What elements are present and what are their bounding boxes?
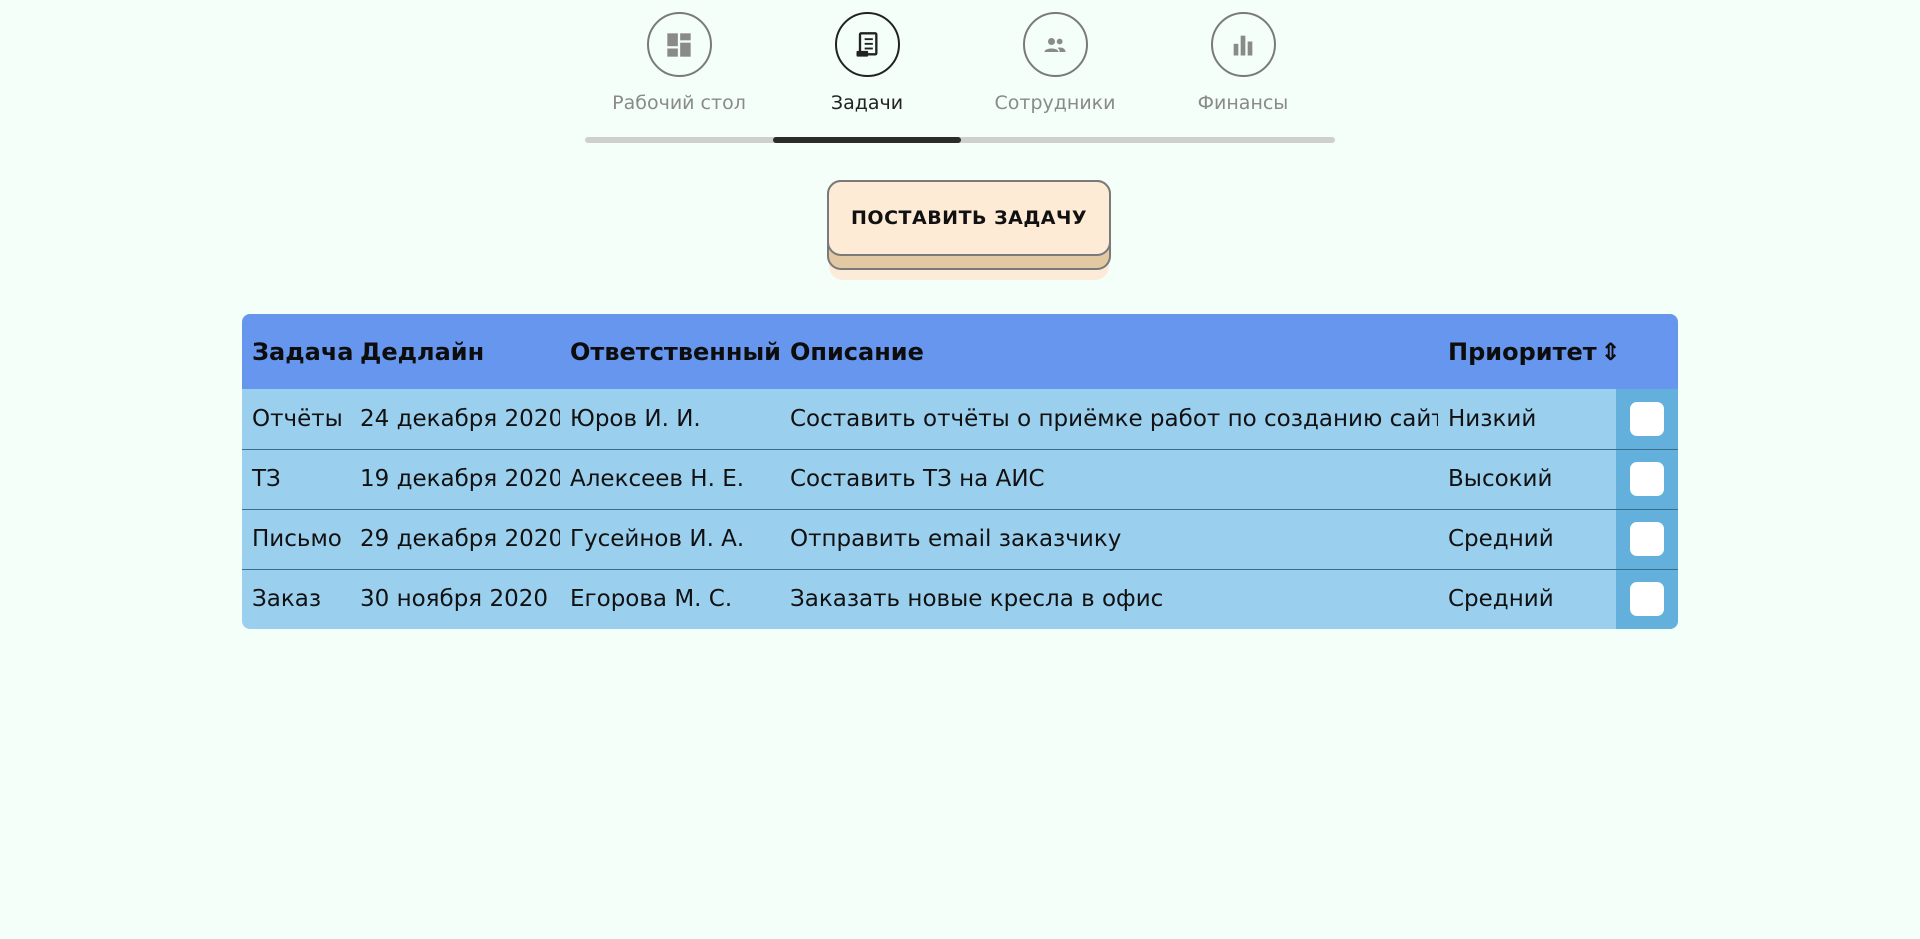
table-row: Письмо 29 декабря 2020 Гусейнов И. А. От… [242, 508, 1678, 569]
nav-label-dashboard: Рабочий стол [612, 92, 746, 114]
cell-task: Письмо [242, 508, 350, 569]
nav-label-finance: Финансы [1197, 92, 1289, 114]
nav-progress-track [585, 137, 1335, 143]
nav-item-dashboard[interactable]: Рабочий стол [585, 12, 773, 114]
cell-priority: Средний [1438, 568, 1616, 629]
cell-description: Заказать новые кресла в офис [780, 568, 1438, 629]
cell-deadline: 30 ноября 2020 [350, 568, 560, 629]
nav-circle-employees [1022, 12, 1088, 77]
create-task-button[interactable]: ПОСТАВИТЬ ЗАДАЧУ [827, 180, 1111, 256]
task-done-checkbox[interactable] [1630, 462, 1664, 496]
cell-description: Отправить email заказчику [780, 508, 1438, 569]
cell-task: Отчёты [252, 405, 343, 432]
cell-priority: Высокий [1438, 448, 1616, 509]
cell-checkbox [1616, 448, 1678, 509]
nav-label-employees: Сотрудники [994, 92, 1116, 114]
tasks-table-container: Задача Дедлайн Ответственный Описание Пр… [242, 314, 1678, 629]
nav-circle-dashboard [646, 12, 712, 77]
nav-item-tasks[interactable]: Задачи [773, 12, 961, 114]
cell-deadline: 29 декабря 2020 [350, 508, 560, 569]
sort-icon[interactable]: ⇕ [1601, 338, 1621, 366]
cell-checkbox [1616, 389, 1678, 449]
cell-description: Составить ТЗ на АИС [780, 448, 1438, 509]
cell-deadline: 19 декабря 2020 [350, 448, 560, 509]
task-document-icon [856, 31, 878, 57]
bar-chart-icon [1233, 35, 1253, 55]
column-header-task: Задача [252, 337, 354, 366]
create-task-button-wrapper: ПОСТАВИТЬ ЗАДАЧУ [827, 180, 1112, 282]
nav-active-indicator [773, 137, 961, 143]
cell-assignee: Юров И. И. [570, 405, 701, 432]
cell-priority: Низкий [1448, 405, 1537, 432]
cell-description: Составить отчёты о приёмке работ по созд… [790, 405, 1438, 432]
column-header-deadline: Дедлайн [360, 337, 485, 366]
nav-label-tasks: Задачи [830, 92, 904, 114]
table-row: Отчёты 24 декабря 2020 Юров И. И. Состав… [242, 389, 1678, 449]
task-done-checkbox[interactable] [1630, 401, 1664, 436]
people-icon [1044, 37, 1066, 52]
column-header-assignee: Ответственный [570, 337, 781, 366]
priority-header-label: Приоритет [1448, 337, 1597, 366]
cell-checkbox [1616, 508, 1678, 569]
nav-item-employees[interactable]: Сотрудники [961, 12, 1149, 114]
task-done-checkbox[interactable] [1630, 582, 1664, 617]
cell-checkbox [1616, 568, 1678, 629]
column-header-checkbox [1616, 314, 1678, 389]
table-header-row: Задача Дедлайн Ответственный Описание Пр… [242, 314, 1678, 389]
column-header-priority[interactable]: Приоритет ⇕ [1438, 314, 1621, 389]
main-navigation: Рабочий стол Задачи Сотрудники Финансы [585, 0, 1335, 146]
nav-circle-finance [1210, 12, 1276, 77]
task-done-checkbox[interactable] [1630, 522, 1664, 556]
column-header-description: Описание [790, 337, 924, 366]
nav-item-finance[interactable]: Финансы [1149, 12, 1337, 114]
dashboard-icon [667, 32, 691, 57]
cell-assignee: Егорова М. С. [560, 568, 780, 629]
table-row: Заказ 30 ноября 2020 Егорова М. С. Заказ… [242, 568, 1678, 629]
cell-priority: Средний [1438, 508, 1616, 569]
table-row: ТЗ 19 декабря 2020 Алексеев Н. Е. Состав… [242, 448, 1678, 509]
cell-task: ТЗ [242, 448, 350, 509]
cell-task: Заказ [242, 568, 350, 629]
tasks-table: Задача Дедлайн Ответственный Описание Пр… [242, 314, 1678, 629]
cell-assignee: Гусейнов И. А. [560, 508, 780, 569]
cell-deadline: 24 декабря 2020 [360, 405, 560, 432]
nav-circle-tasks [834, 12, 900, 77]
cell-assignee: Алексеев Н. Е. [560, 448, 780, 509]
